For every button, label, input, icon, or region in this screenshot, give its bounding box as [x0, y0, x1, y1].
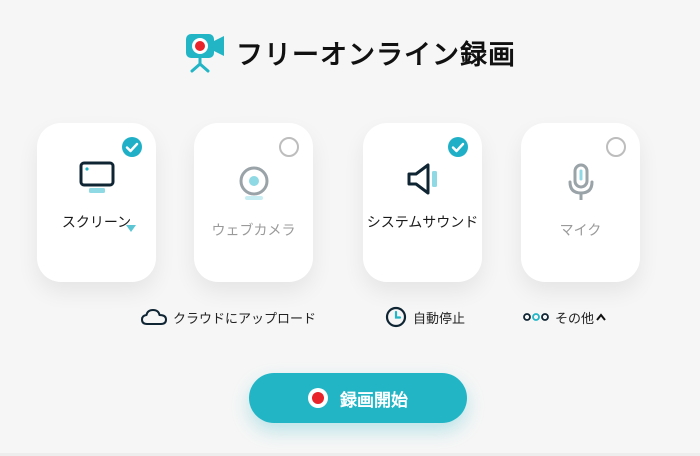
source-label-screen: スクリーン: [61, 215, 132, 231]
clock-icon: [385, 306, 407, 328]
cloud-upload-option[interactable]: クラウドにアップロード: [141, 306, 316, 328]
more-dots-icon: [523, 313, 549, 321]
caret-down-icon[interactable]: [126, 225, 136, 232]
microphone-icon: [568, 163, 593, 200]
source-card-system-sound[interactable]: システムサウンド: [363, 123, 482, 282]
cloud-upload-label: クラウドにアップロード: [173, 311, 317, 327]
cloud-icon: [141, 309, 167, 325]
source-card-webcam[interactable]: ウェブカメラ: [194, 123, 313, 282]
unchecked-circle-icon[interactable]: [606, 137, 626, 157]
source-card-mic[interactable]: マイク: [521, 123, 640, 282]
checkmark-icon[interactable]: [122, 137, 142, 157]
source-label-webcam: ウェブカメラ: [211, 223, 296, 239]
source-card-screen[interactable]: スクリーン: [37, 123, 156, 282]
monitor-icon: [79, 161, 114, 193]
unchecked-circle-icon[interactable]: [279, 137, 299, 157]
app-header: フリーオンライン録画: [0, 30, 700, 74]
more-options-label: その他: [555, 311, 595, 327]
auto-stop-option[interactable]: 自動停止: [385, 306, 465, 328]
page-title: フリーオンライン録画: [236, 39, 516, 71]
chevron-up-icon: [596, 313, 606, 321]
auto-stop-label: 自動停止: [413, 311, 466, 327]
speaker-icon: [407, 163, 437, 195]
webcam-icon: [239, 166, 268, 200]
source-label-mic: マイク: [559, 223, 602, 239]
record-dot-icon: [308, 388, 328, 408]
start-recording-button[interactable]: 録画開始: [249, 373, 467, 423]
checkmark-icon[interactable]: [448, 137, 468, 157]
start-recording-label: 録画開始: [340, 390, 408, 410]
camera-record-icon: [186, 34, 224, 73]
more-options[interactable]: その他: [523, 306, 606, 328]
source-label-system-sound: システムサウンド: [366, 215, 479, 231]
